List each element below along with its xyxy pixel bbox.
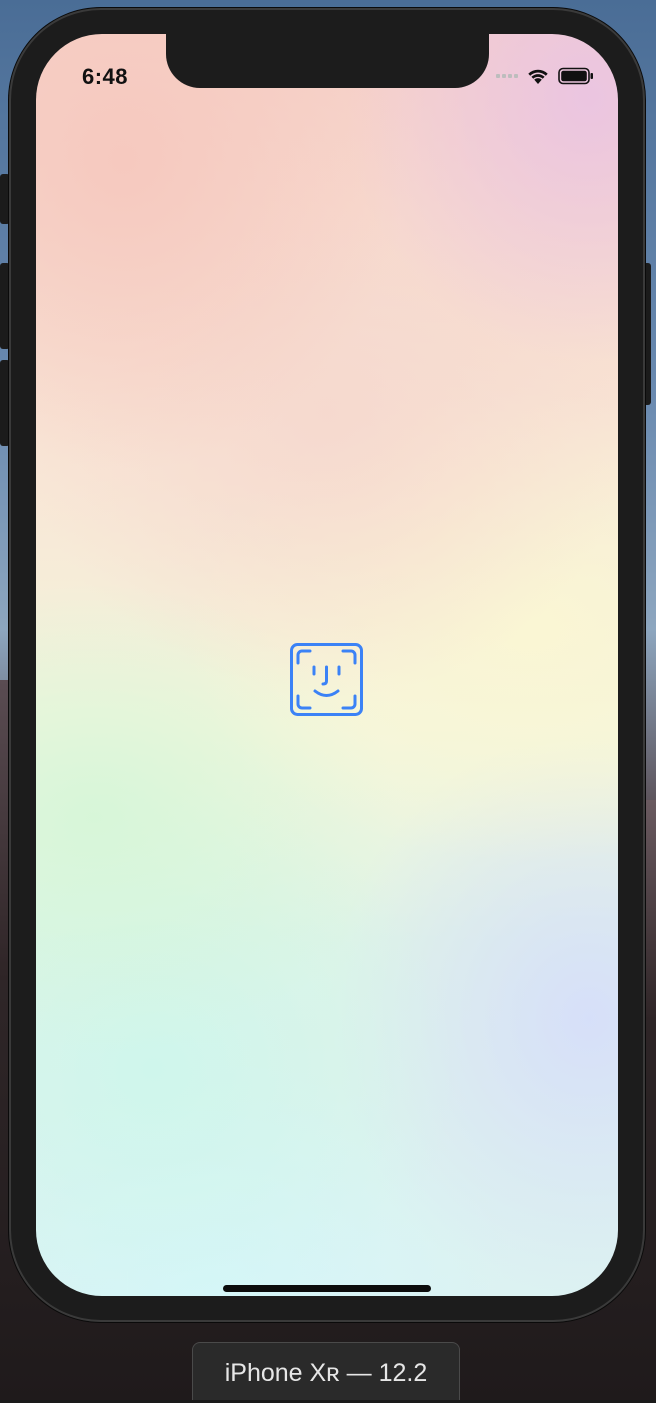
signal-icon bbox=[496, 74, 518, 78]
wifi-icon bbox=[528, 69, 548, 84]
simulator-device-frame: 6:48 bbox=[9, 8, 645, 1322]
notch bbox=[166, 34, 489, 88]
simulator-device-label: iPhone Xʀ — 12.2 bbox=[192, 1342, 460, 1400]
home-indicator[interactable] bbox=[223, 1285, 431, 1292]
status-icons bbox=[496, 65, 594, 87]
face-id-icon bbox=[290, 643, 363, 716]
battery-icon bbox=[558, 67, 593, 85]
status-time: 6:48 bbox=[82, 64, 129, 89]
device-screen[interactable]: 6:48 bbox=[36, 34, 618, 1296]
